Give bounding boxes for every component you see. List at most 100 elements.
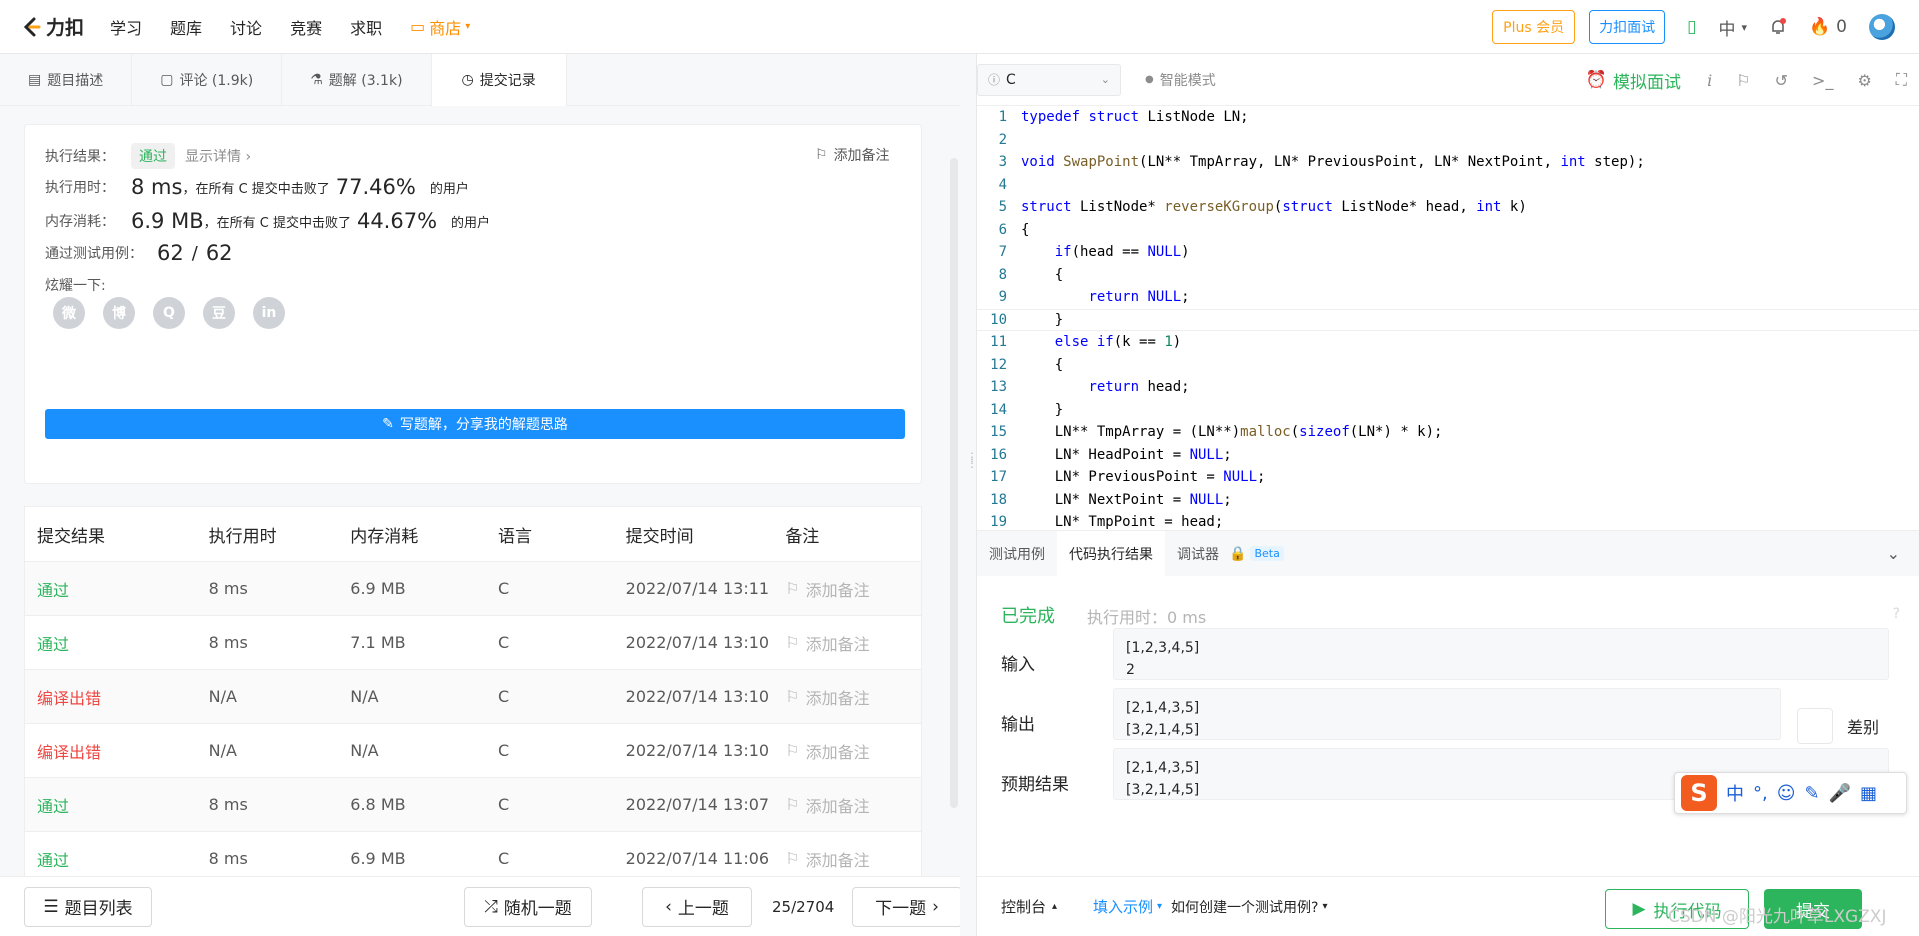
nav-contest[interactable]: 竞赛 — [290, 15, 322, 39]
ime-handwriting-icon[interactable]: ✎ — [1805, 783, 1820, 804]
streak-counter[interactable]: 🔥 0 — [1809, 17, 1847, 37]
diff-toggle[interactable]: 差别 — [1797, 708, 1879, 744]
tab-submissions[interactable]: ◷ 提交记录 — [431, 54, 567, 106]
ime-emoji-icon[interactable]: ☺ — [1777, 783, 1796, 804]
notification-bell-icon[interactable] — [1769, 18, 1787, 36]
table-row[interactable]: 编译出错 N/A N/A C 2022/07/14 13:10 ⚐ 添加备注 — [25, 723, 921, 777]
table-row[interactable]: 通过 8 ms 6.9 MB C 2022/07/14 11:06 ⚐ 添加备注 — [25, 831, 921, 876]
language-switch[interactable]: 中 ▾ — [1718, 15, 1747, 40]
code-line[interactable]: 2 — [977, 129, 1919, 152]
code-line[interactable]: 7 if(head == NULL) — [977, 241, 1919, 264]
problem-list-button[interactable]: ☰ 题目列表 — [24, 886, 152, 927]
diff-checkbox[interactable] — [1797, 708, 1833, 744]
code-line[interactable]: 4 — [977, 174, 1919, 197]
code-line[interactable]: 19 LN* TmpPoint = head; — [977, 511, 1919, 530]
row-status[interactable]: 通过 — [25, 577, 209, 601]
code-line[interactable]: 12 { — [977, 354, 1919, 377]
table-row[interactable]: 通过 8 ms 7.1 MB C 2022/07/14 13:10 ⚐ 添加备注 — [25, 615, 921, 669]
plus-member-button[interactable]: Plus 会员 — [1492, 10, 1576, 44]
ime-chinese-mode[interactable]: 中 — [1726, 780, 1744, 806]
tab-description[interactable]: ▤ 题目描述 — [0, 54, 133, 106]
flag-icon[interactable]: ⚐ — [1736, 71, 1750, 90]
input-box: [1,2,3,4,5] 2 — [1113, 628, 1889, 680]
collapse-chevron-icon[interactable]: ⌄ — [1887, 544, 1900, 563]
code-line[interactable]: 13 return head; — [977, 376, 1919, 399]
info-italic-icon[interactable]: i — [1707, 71, 1712, 90]
prev-problem-button[interactable]: ‹ 上一题 — [642, 886, 752, 927]
tab-debugger[interactable]: 调试器 🔒 Beta — [1165, 531, 1296, 577]
settings-gear-icon[interactable]: ⚙ — [1857, 71, 1871, 90]
row-status[interactable]: 通过 — [25, 793, 209, 817]
code-editor[interactable]: 1 typedef struct ListNode LN; 2 3 void SwapP… — [977, 106, 1919, 530]
nav-shop[interactable]: ▭ 商店 ▾ — [410, 15, 470, 39]
weibo-icon[interactable]: 博 — [103, 297, 135, 329]
ime-microphone-icon[interactable]: 🎤 — [1829, 783, 1851, 804]
row-add-note-button[interactable]: ⚐ 添加备注 — [785, 685, 921, 709]
fill-example-dropdown[interactable]: 填入示例 ▾ — [1093, 896, 1162, 917]
row-add-note-button[interactable]: ⚐ 添加备注 — [785, 847, 921, 871]
row-status[interactable]: 通过 — [25, 631, 209, 655]
leetcode-interview-button[interactable]: 力扣面试 — [1589, 10, 1666, 44]
code-line[interactable]: 6{ — [977, 219, 1919, 242]
nav-learn[interactable]: 学习 — [110, 15, 142, 39]
fullscreen-icon[interactable]: ⛶ — [1896, 70, 1907, 90]
nav-jobs[interactable]: 求职 — [350, 15, 382, 39]
avatar[interactable] — [1869, 14, 1895, 40]
row-add-note-button[interactable]: ⚐ 添加备注 — [785, 631, 921, 655]
reset-icon[interactable]: ↺ — [1775, 71, 1788, 90]
table-row[interactable]: 编译出错 N/A N/A C 2022/07/14 13:10 ⚐ 添加备注 — [25, 669, 921, 723]
next-problem-button[interactable]: 下一题 › — [852, 886, 962, 927]
help-icon[interactable]: ? — [1893, 606, 1900, 622]
code-line[interactable]: 14 } — [977, 399, 1919, 422]
tab-solutions[interactable]: ⚗ 题解 (3.1k) — [282, 54, 432, 106]
code-line[interactable]: 1 typedef struct ListNode LN; — [977, 106, 1919, 129]
code-line[interactable]: 11 else if(k == 1) — [977, 331, 1919, 354]
language-select[interactable]: ⓘ C ⌄ — [977, 63, 1121, 96]
code-line[interactable]: 8 { — [977, 264, 1919, 287]
linkedin-icon[interactable]: in — [253, 297, 285, 329]
ime-toolbar[interactable]: S 中 °, ☺ ✎ 🎤 ▦ — [1674, 772, 1907, 814]
row-status[interactable]: 通过 — [25, 847, 209, 871]
row-add-note-button[interactable]: ⚐ 添加备注 — [785, 793, 921, 817]
how-to-testcase-link[interactable]: 如何创建一个测试用例? ▾ — [1171, 897, 1327, 917]
qq-icon[interactable]: Q — [153, 297, 185, 329]
terminal-icon[interactable]: >_ — [1812, 71, 1833, 90]
code-line[interactable]: 5 struct ListNode* reverseKGroup(struct L… — [977, 196, 1919, 219]
input-line-1: [1,2,3,4,5] — [1126, 640, 1200, 656]
row-add-note-button[interactable]: ⚐ 添加备注 — [785, 577, 921, 601]
left-scrollbar[interactable] — [950, 158, 958, 808]
tab-comments[interactable]: ▢ 评论 (1.9k) — [132, 54, 283, 106]
leetcode-logo[interactable]: 力扣 — [20, 13, 84, 40]
panel-divider[interactable]: ⋮ ⋮ — [960, 54, 978, 936]
write-solution-button[interactable]: ✎ 写题解，分享我的解题思路 — [45, 409, 905, 439]
code-line[interactable]: 9 return NULL; — [977, 286, 1919, 309]
code-line[interactable]: 15 LN** TmpArray = (LN**)malloc(sizeof(L… — [977, 421, 1919, 444]
ime-punctuation-icon[interactable]: °, — [1753, 783, 1768, 804]
mobile-icon[interactable]: ▯ — [1687, 17, 1696, 37]
tests-total: 62 — [205, 241, 233, 265]
row-add-note-button[interactable]: ⚐ 添加备注 — [785, 739, 921, 763]
code-line[interactable]: 3 void SwapPoint(LN** TmpArray, LN* Previ… — [977, 151, 1919, 174]
console-toggle[interactable]: 控制台 ▴ — [1001, 896, 1057, 917]
code-line[interactable]: 16 LN* HeadPoint = NULL; — [977, 444, 1919, 467]
code-line[interactable]: 18 LN* NextPoint = NULL; — [977, 489, 1919, 512]
douban-icon[interactable]: 豆 — [203, 297, 235, 329]
mock-interview-button[interactable]: ⏰ 模拟面试 — [1586, 54, 1681, 106]
nav-problems[interactable]: 题库 — [170, 15, 202, 39]
add-note-button[interactable]: ⚐ 添加备注 — [815, 145, 890, 165]
ime-grid-icon[interactable]: ▦ — [1860, 783, 1877, 804]
row-status[interactable]: 编译出错 — [25, 739, 209, 763]
nav-discuss[interactable]: 讨论 — [230, 15, 262, 39]
table-row[interactable]: 通过 8 ms 6.9 MB C 2022/07/14 13:11 ⚐ 添加备注 — [25, 561, 921, 615]
show-details-link[interactable]: 显示详情 › — [185, 146, 251, 166]
random-problem-button[interactable]: ⤮ 随机一题 — [464, 886, 592, 927]
smart-mode-toggle[interactable]: ● 智能模式 — [1145, 70, 1216, 90]
tab-testcase[interactable]: 测试用例 — [977, 531, 1057, 577]
code-line[interactable]: 17 LN* PreviousPoint = NULL; — [977, 466, 1919, 489]
table-row[interactable]: 通过 8 ms 6.8 MB C 2022/07/14 13:07 ⚐ 添加备注 — [25, 777, 921, 831]
row-status[interactable]: 编译出错 — [25, 685, 209, 709]
wechat-icon[interactable]: 微 — [53, 297, 85, 329]
sogou-logo-icon[interactable]: S — [1681, 775, 1717, 811]
tab-run-result[interactable]: 代码执行结果 — [1057, 530, 1165, 577]
code-line[interactable]: 10 } — [977, 308, 1919, 331]
